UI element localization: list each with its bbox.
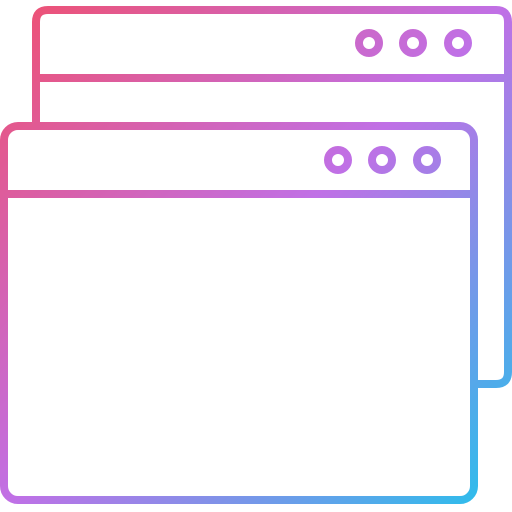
- multiple-windows-icon: [0, 0, 512, 512]
- front-window-frame: [0, 122, 478, 504]
- front-window-dot-2: [368, 146, 396, 174]
- front-window-dot-3: [413, 146, 441, 174]
- multiple-windows-svg: [0, 6, 512, 504]
- back-window-title-bar-dots: [355, 29, 472, 57]
- front-window-title-bar-dots: [324, 146, 441, 174]
- back-window-dot-2: [399, 29, 427, 57]
- front-window-dot-1: [324, 146, 352, 174]
- back-window-dot-1: [355, 29, 383, 57]
- front-window: [0, 122, 478, 504]
- back-window-dot-3: [444, 29, 472, 57]
